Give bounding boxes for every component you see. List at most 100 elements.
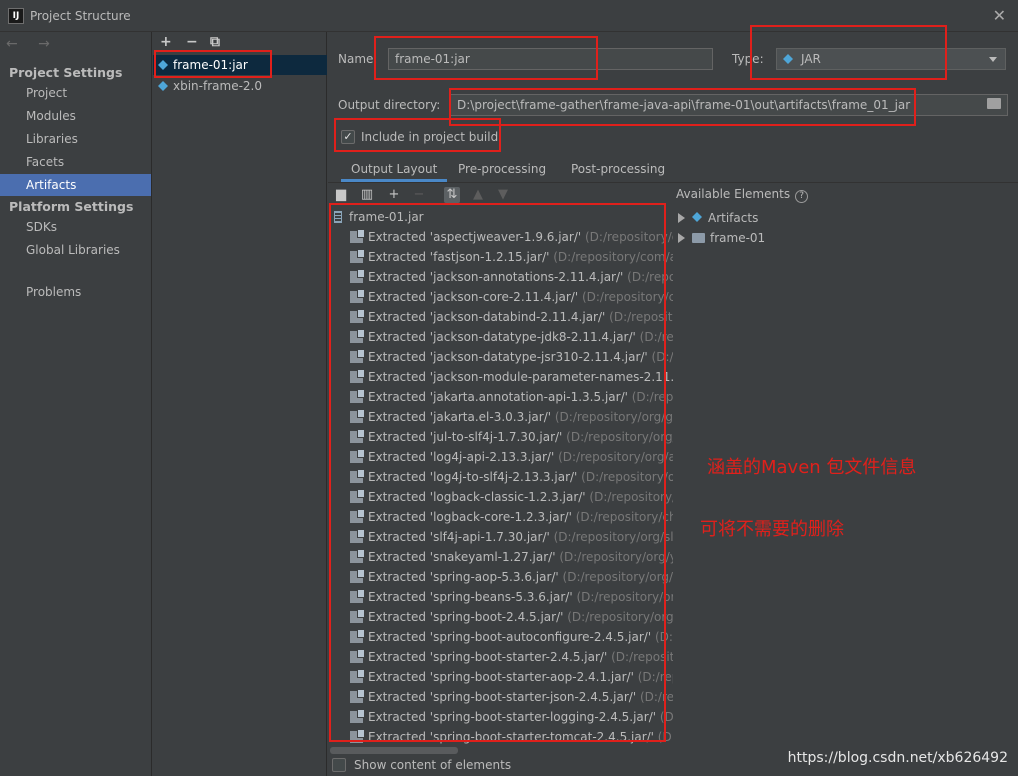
tree-row-extracted[interactable]: Extracted 'spring-boot-starter-tomcat-2.… — [328, 727, 673, 747]
sidebar-item-sdks[interactable]: SDKs — [0, 216, 151, 238]
tree-row-extracted[interactable]: Extracted 'aspectjweaver-1.9.6.jar/' (D:… — [328, 227, 673, 247]
extracted-path: (D:/repository/org/gla — [551, 410, 673, 424]
tree-row-extracted[interactable]: Extracted 'spring-aop-5.3.6.jar/' (D:/re… — [328, 567, 673, 587]
tree-row-extracted[interactable]: Extracted 'log4j-api-2.13.3.jar/' (D:/re… — [328, 447, 673, 467]
tree-row-extracted[interactable]: Extracted 'spring-beans-5.3.6.jar/' (D:/… — [328, 587, 673, 607]
output-directory-input[interactable]: D:\project\frame-gather\frame-java-api\f… — [450, 94, 1008, 116]
tab-output-layout[interactable]: Output Layout — [341, 156, 448, 182]
extracted-path: (D:/repositor — [611, 650, 673, 664]
close-icon[interactable]: ✕ — [993, 6, 1006, 25]
move-up-icon[interactable]: ▲ — [470, 187, 486, 203]
extracted-path: (D:/repository/org/sl — [566, 430, 673, 444]
extracted-path: (D:/rep — [639, 690, 673, 704]
extracted-archive-icon — [350, 509, 365, 523]
sidebar-item-project[interactable]: Project — [0, 82, 151, 104]
chevron-down-icon — [989, 57, 997, 62]
tree-row-extracted[interactable]: Extracted 'logback-classic-1.2.3.jar/' (… — [328, 487, 673, 507]
tree-row-extracted[interactable]: Extracted 'jackson-annotations-2.11.4.ja… — [328, 267, 673, 287]
browse-folder-icon[interactable] — [987, 98, 1001, 109]
horizontal-scrollbar[interactable] — [330, 747, 458, 754]
extracted-name: Extracted 'logback-classic-1.2.3.jar/' — [368, 490, 586, 504]
tree-row-extracted[interactable]: Extracted 'spring-boot-starter-aop-2.4.1… — [328, 667, 673, 687]
sidebar-item-facets[interactable]: Facets — [0, 151, 151, 173]
tree-row-extracted[interactable]: Extracted 'jackson-datatype-jdk8-2.11.4.… — [328, 327, 673, 347]
available-item-artifacts[interactable]: Artifacts — [678, 208, 758, 228]
jar-artifact-icon — [158, 60, 168, 70]
extracted-path: (D:/repository/org — [585, 230, 673, 244]
tree-row-extracted[interactable]: Extracted 'jackson-module-parameter-name… — [328, 367, 673, 387]
expand-arrow-icon[interactable] — [678, 233, 685, 243]
tree-row-extracted[interactable]: Extracted 'jackson-core-2.11.4.jar/' (D:… — [328, 287, 673, 307]
available-item-label: frame-01 — [710, 231, 766, 245]
module-folder-icon — [692, 233, 705, 243]
create-directory-icon[interactable]: ▆ — [333, 187, 349, 203]
tree-row-extracted[interactable]: Extracted 'slf4j-api-1.7.30.jar/' (D:/re… — [328, 527, 673, 547]
project-settings-header: Project Settings — [9, 65, 123, 80]
move-down-icon[interactable]: ▼ — [495, 187, 511, 203]
artifact-type-select[interactable]: JAR — [776, 48, 1006, 70]
available-item-frame-01[interactable]: frame-01 — [678, 228, 765, 248]
copy-artifact-button[interactable]: ⧉ — [210, 34, 220, 50]
expand-arrow-icon[interactable] — [678, 213, 685, 223]
extracted-name: Extracted 'jul-to-slf4j-1.7.30.jar/' — [368, 430, 563, 444]
back-forward-arrows[interactable]: ← → — [6, 36, 58, 52]
extracted-path: (D:/ — [659, 710, 673, 724]
tree-row-extracted[interactable]: Extracted 'fastjson-1.2.15.jar/' (D:/rep… — [328, 247, 673, 267]
sidebar-item-libraries[interactable]: Libraries — [0, 128, 151, 150]
tree-row-extracted[interactable]: Extracted 'snakeyaml-1.27.jar/' (D:/repo… — [328, 547, 673, 567]
tree-row-extracted[interactable]: Extracted 'logback-core-1.2.3.jar/' (D:/… — [328, 507, 673, 527]
tree-row-extracted[interactable]: Extracted 'spring-boot-2.4.5.jar/' (D:/r… — [328, 607, 673, 627]
name-label: Name: — [338, 52, 378, 66]
add-artifact-button[interactable]: + — [160, 34, 172, 50]
tab-post-processing[interactable]: Post-processing — [561, 156, 675, 182]
artifact-item-xbin-frame[interactable]: xbin-frame-2.0 — [153, 76, 327, 96]
extracted-name: Extracted 'spring-boot-starter-tomcat-2.… — [368, 730, 654, 744]
extracted-path: (D:/repository/org/s — [558, 570, 673, 584]
include-in-build-checkbox[interactable]: ✓ — [341, 130, 355, 144]
tree-row-extracted[interactable]: Extracted 'jul-to-slf4j-1.7.30.jar/' (D:… — [328, 427, 673, 447]
remove-artifact-button[interactable]: − — [186, 34, 198, 50]
layout-toolbar: ▆ ▥ + − ⇅ ▲ ▼ — [328, 184, 673, 206]
sort-elements-icon[interactable]: ⇅ — [444, 187, 460, 203]
artifact-name-input[interactable]: frame-01:jar — [388, 48, 713, 70]
create-archive-icon[interactable]: ▥ — [359, 187, 375, 203]
extracted-name: Extracted 'spring-beans-5.3.6.jar/' — [368, 590, 573, 604]
tree-row-extracted[interactable]: Extracted 'spring-boot-starter-2.4.5.jar… — [328, 647, 673, 667]
tree-row-extracted[interactable]: Extracted 'jackson-datatype-jsr310-2.11.… — [328, 347, 673, 367]
tree-row-extracted[interactable]: Extracted 'spring-boot-starter-json-2.4.… — [328, 687, 673, 707]
artifact-item-label: frame-01:jar — [173, 58, 248, 72]
output-directory-value: D:\project\frame-gather\frame-java-api\f… — [457, 98, 911, 112]
show-content-checkbox[interactable] — [332, 758, 346, 772]
extracted-name: Extracted 'log4j-to-slf4j-2.13.3.jar/' — [368, 470, 578, 484]
help-icon[interactable]: ? — [795, 190, 809, 203]
show-content-row[interactable]: Show content of elements — [328, 754, 673, 776]
tree-row-extracted[interactable]: Extracted 'spring-boot-starter-logging-2… — [328, 707, 673, 727]
sidebar-item-artifacts[interactable]: Artifacts — [0, 174, 151, 196]
tree-row-extracted[interactable]: Extracted 'spring-boot-autoconfigure-2.4… — [328, 627, 673, 647]
show-content-label: Show content of elements — [354, 758, 512, 772]
extracted-archive-icon — [350, 609, 365, 623]
add-copy-icon[interactable]: + — [386, 187, 402, 203]
tree-row-extracted[interactable]: Extracted 'log4j-to-slf4j-2.13.3.jar/' (… — [328, 467, 673, 487]
remove-element-icon[interactable]: − — [411, 187, 427, 203]
extracted-name: Extracted 'spring-boot-starter-aop-2.4.1… — [368, 670, 634, 684]
extracted-name: Extracted 'spring-boot-autoconfigure-2.4… — [368, 630, 652, 644]
extracted-archive-icon — [350, 349, 365, 363]
sidebar-item-problems[interactable]: Problems — [0, 281, 151, 303]
tree-row-extracted[interactable]: Extracted 'jakarta.el-3.0.3.jar/' (D:/re… — [328, 407, 673, 427]
extracted-path: (D:/repository/org/sl4 — [549, 530, 673, 544]
artifact-list-panel: + − ⧉ frame-01:jar xbin-frame-2.0 — [153, 32, 327, 776]
artifact-item-frame-01-jar[interactable]: frame-01:jar — [153, 55, 327, 75]
extracted-path: (D:/repository/ch/q — [575, 510, 673, 524]
extracted-archive-icon — [350, 469, 365, 483]
output-directory-label: Output directory: — [338, 98, 441, 112]
sidebar-item-global-libraries[interactable]: Global Libraries — [0, 239, 151, 261]
tab-pre-processing[interactable]: Pre-processing — [448, 156, 556, 182]
extracted-archive-icon — [350, 329, 365, 343]
tree-row-extracted[interactable]: Extracted 'jakarta.annotation-api-1.3.5.… — [328, 387, 673, 407]
tree-root-jar[interactable]: frame-01.jar — [328, 207, 673, 227]
tree-row-extracted[interactable]: Extracted 'jackson-databind-2.11.4.jar/'… — [328, 307, 673, 327]
sidebar-item-modules[interactable]: Modules — [0, 105, 151, 127]
platform-settings-header: Platform Settings — [9, 199, 134, 214]
extracted-name: Extracted 'spring-boot-starter-logging-2… — [368, 710, 657, 724]
